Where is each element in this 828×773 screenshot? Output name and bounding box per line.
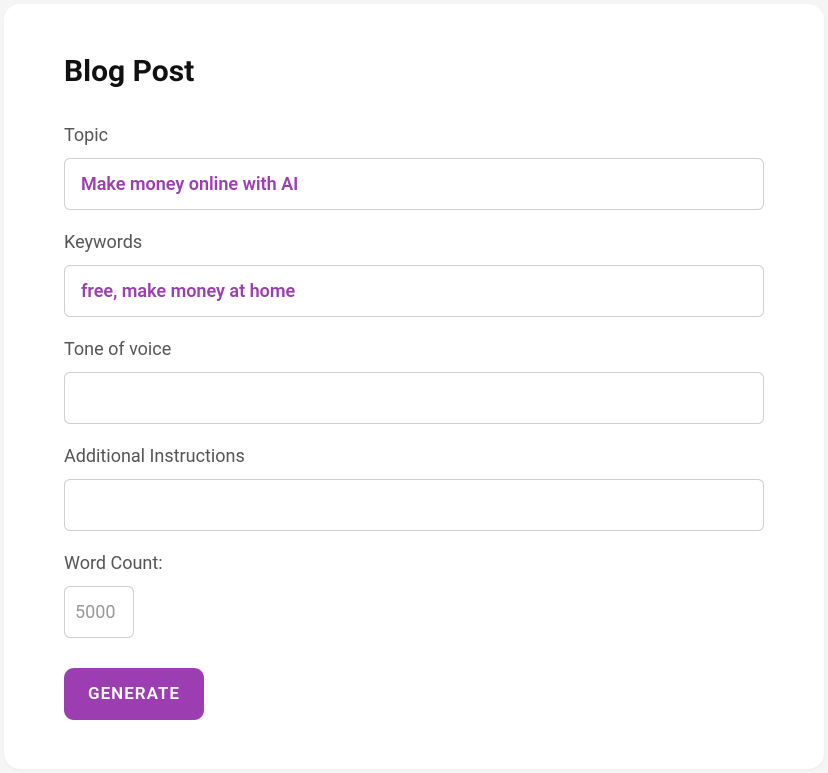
blog-post-form-card: Blog Post Topic Keywords Tone of voice A… (4, 4, 824, 769)
keywords-field: Keywords (64, 232, 764, 317)
generate-button[interactable]: GENERATE (64, 668, 204, 720)
keywords-input[interactable] (64, 265, 764, 317)
tone-input[interactable] (64, 372, 764, 424)
page-title: Blog Post (64, 54, 764, 89)
tone-field: Tone of voice (64, 339, 764, 424)
topic-field: Topic (64, 125, 764, 210)
tone-label: Tone of voice (64, 339, 764, 360)
wordcount-input[interactable] (64, 586, 134, 638)
keywords-label: Keywords (64, 232, 764, 253)
topic-input[interactable] (64, 158, 764, 210)
topic-label: Topic (64, 125, 764, 146)
wordcount-field: Word Count: (64, 553, 764, 638)
wordcount-label: Word Count: (64, 553, 764, 574)
instructions-field: Additional Instructions (64, 446, 764, 531)
instructions-label: Additional Instructions (64, 446, 764, 467)
instructions-input[interactable] (64, 479, 764, 531)
